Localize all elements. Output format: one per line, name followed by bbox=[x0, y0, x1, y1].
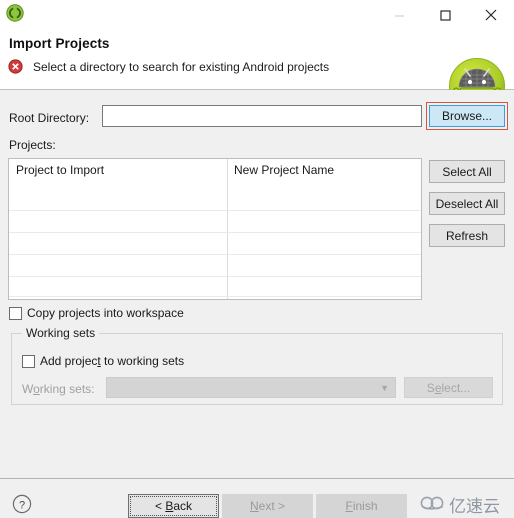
add-project-checkbox[interactable] bbox=[22, 354, 35, 368]
help-icon[interactable]: ? bbox=[12, 494, 32, 514]
eclipse-icon bbox=[6, 4, 24, 22]
table-row bbox=[9, 254, 421, 255]
copy-projects-checkbox-row[interactable]: Copy projects into workspace bbox=[9, 306, 184, 320]
root-directory-input[interactable] bbox=[102, 105, 422, 127]
working-sets-combo-label: Working sets: bbox=[22, 382, 95, 396]
page-description: Select a directory to search for existin… bbox=[33, 60, 330, 74]
title-bar bbox=[0, 0, 514, 30]
minimize-button[interactable] bbox=[376, 0, 422, 30]
chevron-down-icon: ▼ bbox=[380, 382, 389, 393]
add-project-checkbox-row[interactable]: Add project to working sets bbox=[22, 354, 184, 368]
page-title: Import Projects bbox=[9, 36, 110, 51]
root-directory-label: Root Directory: bbox=[9, 111, 90, 125]
table-row bbox=[9, 210, 421, 211]
table-row bbox=[9, 232, 421, 233]
deselect-all-button[interactable]: Deselect All bbox=[429, 192, 505, 215]
table-row bbox=[9, 276, 421, 277]
svg-text:?: ? bbox=[19, 499, 25, 511]
copy-projects-checkbox[interactable] bbox=[9, 306, 22, 320]
projects-label: Projects: bbox=[9, 138, 56, 152]
column-header-new-project-name[interactable]: New Project Name bbox=[234, 163, 334, 177]
copy-projects-label: Copy projects into workspace bbox=[27, 306, 184, 320]
column-divider bbox=[227, 159, 228, 299]
working-sets-dropdown[interactable]: ▼ bbox=[106, 377, 396, 398]
refresh-button[interactable]: Refresh bbox=[429, 224, 505, 247]
working-sets-select-button[interactable]: Se lect... bbox=[404, 377, 493, 398]
column-header-project-to-import[interactable]: Project to Import bbox=[16, 163, 104, 177]
projects-table[interactable]: Project to Import New Project Name bbox=[8, 158, 422, 300]
window-controls bbox=[376, 0, 514, 30]
add-project-label: Add project to working sets bbox=[40, 354, 185, 368]
finish-button[interactable]: Finish bbox=[316, 494, 407, 518]
table-row bbox=[9, 296, 421, 297]
wizard-header: Import Projects Select a directory to se… bbox=[0, 30, 514, 114]
browse-button[interactable]: Browse... bbox=[429, 105, 505, 127]
close-button[interactable] bbox=[468, 0, 514, 30]
error-icon bbox=[8, 59, 23, 74]
maximize-button[interactable] bbox=[422, 0, 468, 30]
table-header-row: Project to Import New Project Name bbox=[9, 159, 421, 185]
cloud-logo-icon bbox=[420, 494, 446, 515]
working-sets-group-label: Working sets bbox=[22, 326, 100, 340]
next-button[interactable]: Next > bbox=[222, 494, 313, 518]
watermark: 亿速云 bbox=[420, 492, 500, 517]
back-button[interactable]: < Back bbox=[128, 494, 219, 518]
watermark-text: 亿速云 bbox=[449, 497, 500, 517]
select-all-button[interactable]: Select All bbox=[429, 160, 505, 183]
focus-ring bbox=[130, 496, 217, 516]
